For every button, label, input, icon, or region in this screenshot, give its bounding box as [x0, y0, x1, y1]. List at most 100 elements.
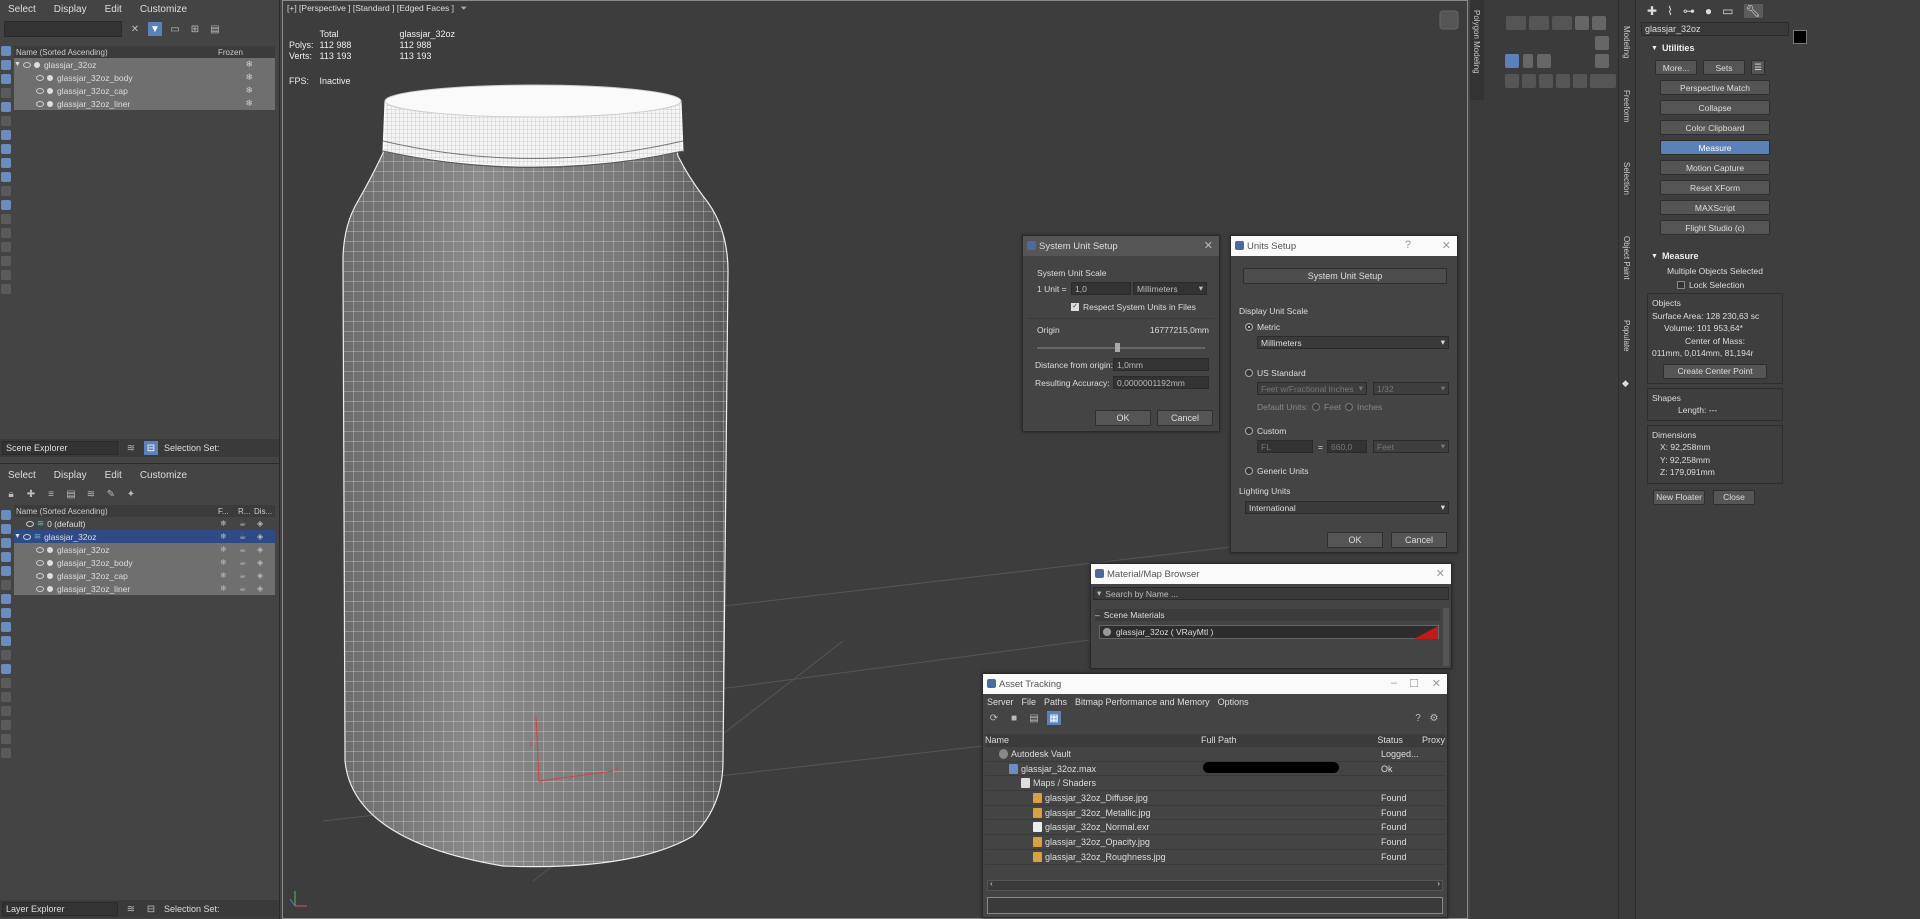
ribbon-subobject-icon[interactable] — [1505, 74, 1519, 88]
ribbon-tool-icon[interactable] — [1595, 36, 1609, 50]
frozen-filter-icon[interactable] — [1, 650, 11, 660]
tab-selection[interactable]: Selection — [1622, 162, 1631, 195]
select-layer-icon[interactable]: ▤ — [64, 487, 78, 501]
cancel-button[interactable]: Cancel — [1391, 532, 1447, 548]
list-view-icon[interactable]: ▤ — [1027, 711, 1041, 725]
lock-icon[interactable]: 🔒︎ — [4, 487, 18, 501]
menu-edit[interactable]: Edit — [105, 470, 122, 481]
hierarchy-tab-icon[interactable]: ⊶ — [1683, 4, 1695, 18]
help-icon[interactable]: ? — [1411, 711, 1425, 725]
menu-select[interactable]: Select — [8, 470, 36, 481]
display-column-header[interactable]: Dis... — [254, 507, 272, 516]
lighting-units-dropdown[interactable]: International ▾ — [1245, 501, 1449, 514]
tree-row[interactable]: ▼ glassjar_32oz ❄ — [14, 58, 275, 71]
menu-edit[interactable]: Edit — [105, 4, 122, 15]
eye-icon[interactable] — [36, 572, 44, 579]
close-icon[interactable]: ✕ — [1436, 567, 1445, 580]
metric-radio[interactable]: Metric — [1245, 322, 1280, 332]
frozen-column-header[interactable]: Frozen — [218, 48, 243, 57]
add-to-layer-icon[interactable]: ≡ — [44, 487, 58, 501]
table-row[interactable]: glassjar_32oz_Opacity.jpg Found — [985, 835, 1445, 850]
tree-row[interactable]: glassjar_32oz_body ❄ — [14, 71, 275, 84]
flight-studio-button[interactable]: Flight Studio (c) — [1660, 220, 1770, 235]
status-column-header[interactable]: Status — [1377, 735, 1422, 745]
generic-units-radio[interactable]: Generic Units — [1245, 466, 1309, 476]
hidden-filter-icon[interactable] — [1, 200, 11, 210]
cameras-filter-icon[interactable] — [1, 88, 11, 98]
render-icon[interactable]: ☕︎ — [239, 571, 246, 580]
bones-filter-icon[interactable] — [1, 622, 11, 632]
menu-select[interactable]: Select — [8, 4, 36, 15]
hierarchy-view-icon[interactable]: ⊟ — [144, 902, 158, 916]
expand-icon[interactable]: ▼ — [14, 533, 21, 540]
eye-icon[interactable] — [36, 559, 44, 566]
expand-icon[interactable]: ▼ — [14, 61, 21, 68]
tree-row[interactable]: glassjar_32oz_liner ❄ ☕︎ ◈ — [14, 582, 275, 595]
menu-paths[interactable]: Paths — [1044, 697, 1067, 707]
custom-unit-dropdown[interactable]: Feet ▾ — [1373, 440, 1449, 453]
create-tab-icon[interactable]: ✚ — [1647, 4, 1657, 18]
accuracy-field[interactable]: 0,0000001192mm — [1113, 376, 1209, 389]
table-row[interactable]: Autodesk Vault Logged... — [985, 747, 1445, 762]
radio-selected-icon[interactable] — [1245, 323, 1253, 331]
hidden-filter-icon[interactable] — [1, 664, 11, 674]
name-column-header[interactable]: Name (Sorted Ascending) — [16, 48, 218, 57]
object-color-swatch[interactable] — [1793, 30, 1807, 44]
eye-icon[interactable] — [36, 546, 44, 553]
menu-file[interactable]: File — [1022, 697, 1037, 707]
distance-field[interactable]: 1,0mm — [1113, 358, 1209, 371]
checkbox-unchecked-icon[interactable] — [1677, 281, 1685, 289]
tab-freeform[interactable]: Freeform — [1622, 90, 1631, 122]
display-icon[interactable]: ◈ — [257, 519, 263, 528]
ribbon-arrow-icon[interactable] — [1523, 54, 1533, 68]
spacewarps-filter-icon[interactable] — [1, 580, 11, 590]
eye-icon[interactable] — [36, 87, 44, 94]
render-icon[interactable]: ☕︎ — [239, 558, 246, 567]
close-button[interactable]: Close — [1713, 489, 1755, 505]
geometry-filter-icon[interactable] — [1, 46, 11, 56]
explorer-select-dropdown[interactable]: Scene Explorer — [2, 441, 118, 455]
name-column-header[interactable]: Name — [985, 735, 1201, 745]
us-standard-radio[interactable]: US Standard — [1245, 368, 1306, 378]
radio-unselected-icon[interactable] — [1245, 467, 1253, 475]
freeze-icon[interactable]: ❄ — [220, 545, 227, 554]
freeze-icon[interactable]: ❄ — [245, 72, 253, 83]
configure-sets-icon[interactable]: ☰ — [1751, 60, 1765, 75]
tree-row[interactable]: glassjar_32oz_liner ❄ — [14, 97, 275, 110]
bones-filter-icon[interactable] — [1, 158, 11, 168]
sets-button[interactable]: Sets — [1703, 60, 1745, 75]
tree-row[interactable]: glassjar_32oz_body ❄ ☕︎ ◈ — [14, 556, 275, 569]
display-icon[interactable]: ◈ — [257, 545, 263, 554]
menu-display[interactable]: Display — [54, 4, 87, 15]
tree-row[interactable]: ≋ 0 (default) ❄ ☕︎ ◈ — [14, 517, 275, 530]
material-browser-titlebar[interactable]: Material/Map Browser ✕ — [1091, 564, 1451, 584]
close-icon[interactable]: ✕ — [1204, 239, 1213, 252]
ribbon-select-icon[interactable] — [1505, 54, 1519, 68]
hierarchy-view-icon[interactable]: ⊟ — [144, 441, 158, 455]
xrefs-filter-icon[interactable] — [1, 144, 11, 154]
render-icon[interactable]: ☕︎ — [239, 545, 246, 554]
table-row[interactable]: glassjar_32oz_Normal.exr Found — [985, 820, 1445, 836]
funnel-icon[interactable] — [1, 720, 11, 730]
ribbon-title[interactable]: Polygon Modeling — [1472, 10, 1481, 74]
radio-unselected-icon[interactable] — [1245, 427, 1253, 435]
asset-tracking-titlebar[interactable]: Asset Tracking – ☐ ✕ — [983, 674, 1447, 694]
ribbon-tool-icon[interactable] — [1595, 54, 1609, 68]
custom-radio[interactable]: Custom — [1245, 426, 1286, 436]
scroll-left-icon[interactable]: ‹ — [990, 879, 993, 888]
close-icon[interactable]: ✕ — [1432, 677, 1441, 690]
system-unit-setup-button[interactable]: System Unit Setup — [1243, 268, 1447, 284]
render-icon[interactable]: ☕︎ — [239, 532, 246, 541]
menu-server[interactable]: Server — [987, 697, 1014, 707]
freeze-icon[interactable]: ❄ — [245, 59, 253, 70]
table-row[interactable]: glassjar_32oz.max Ok — [985, 762, 1445, 777]
layers-icon[interactable]: ≋ — [124, 902, 138, 916]
ribbon-edit-icon[interactable] — [1506, 16, 1526, 30]
eye-icon[interactable] — [26, 520, 34, 527]
radio-selected-icon[interactable] — [1312, 403, 1321, 411]
radio-unselected-icon[interactable] — [1345, 403, 1354, 411]
refresh-icon[interactable]: ⟳ — [987, 711, 1001, 725]
hierarchy-icon[interactable]: ⊞ — [188, 22, 202, 36]
containers-filter-icon[interactable] — [1, 172, 11, 182]
display-icon[interactable]: ◈ — [257, 532, 263, 541]
